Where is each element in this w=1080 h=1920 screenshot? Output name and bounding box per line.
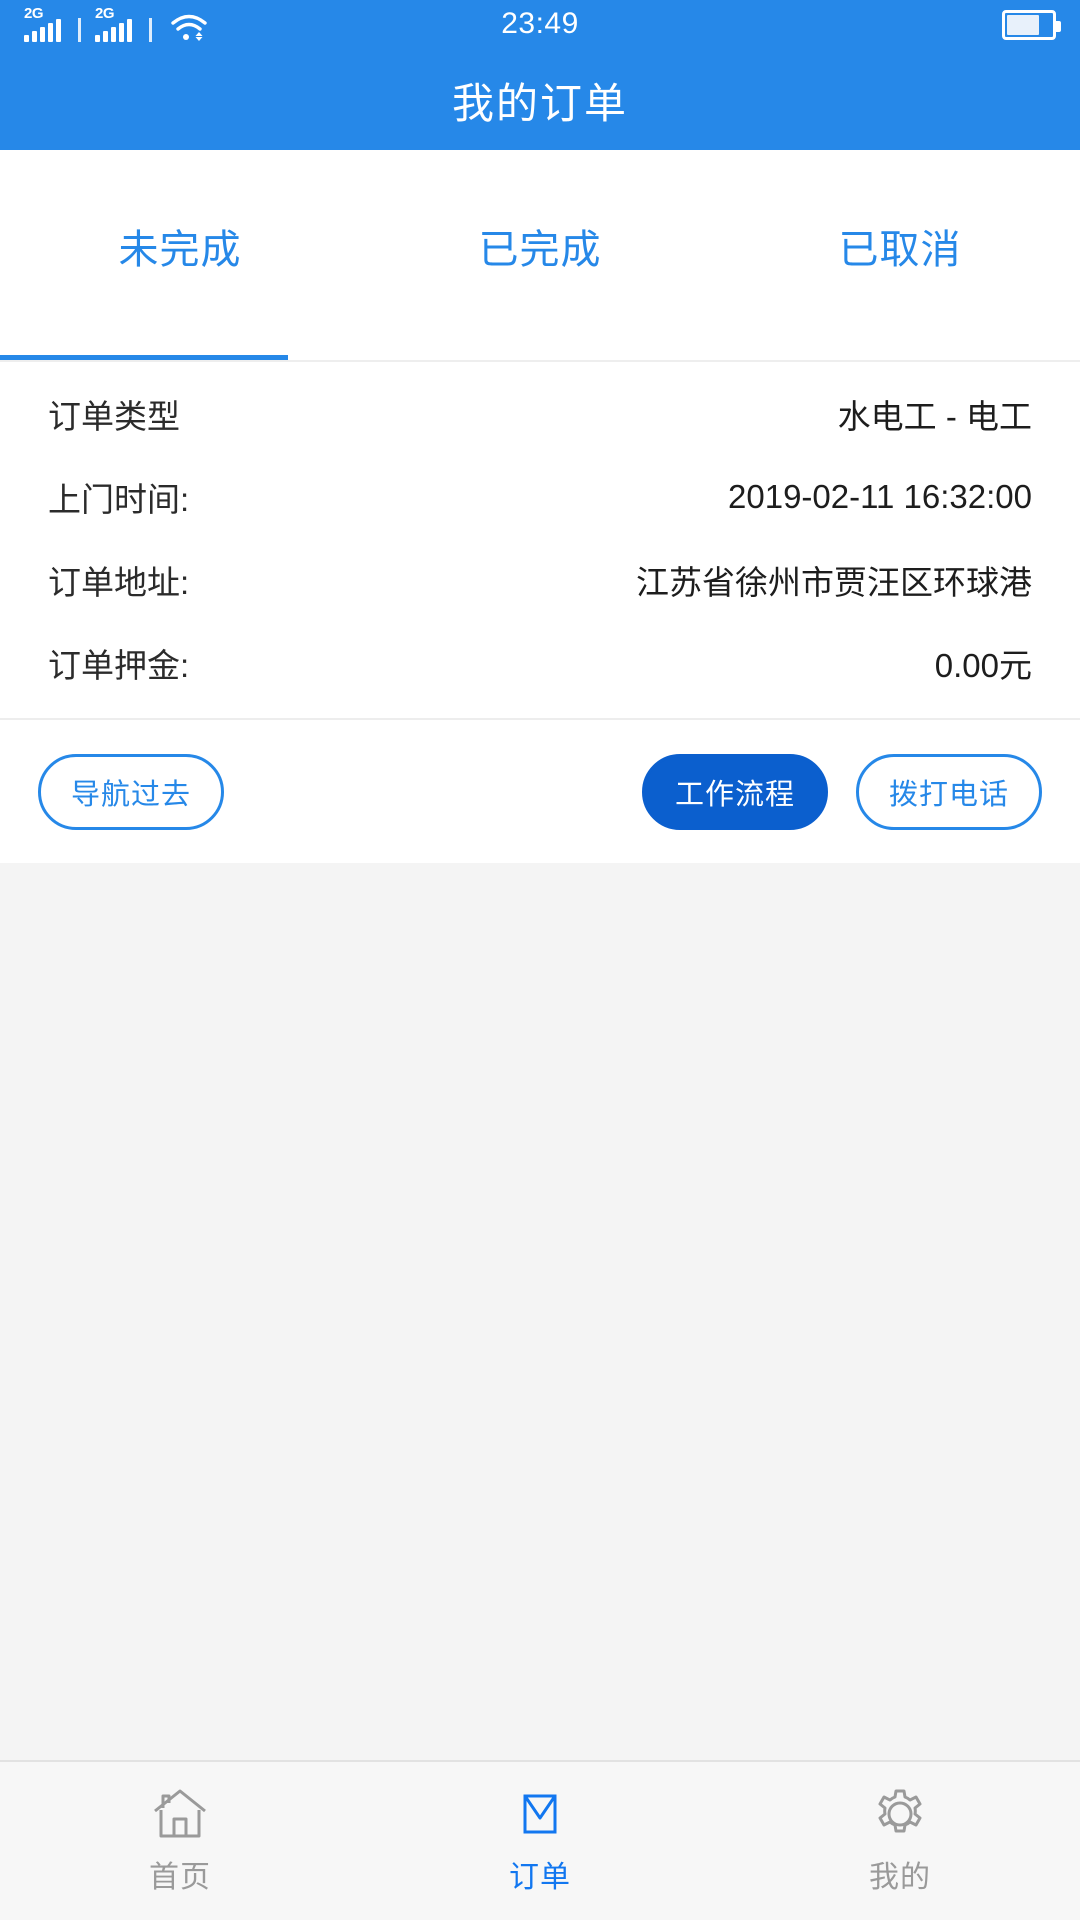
bottom-navigation-bar: 首页 订单 我的 xyxy=(0,1760,1080,1920)
order-address-label: 订单地址: xyxy=(48,563,190,601)
order-row-address: 订单地址: 江苏省徐州市贾汪区环球港 xyxy=(48,538,1032,621)
order-row-visit-time: 上门时间: 2019-02-11 16:32:00 xyxy=(48,455,1032,538)
tab-completed-label: 已完成 xyxy=(478,228,602,272)
battery-level-fill xyxy=(1007,15,1039,35)
call-button-label: 拨打电话 xyxy=(888,778,1009,811)
app-header: 我的订单 xyxy=(0,50,1080,150)
nav-item-orders[interactable]: 订单 xyxy=(360,1786,720,1896)
nav-item-home-label: 首页 xyxy=(149,1861,211,1894)
workflow-button[interactable]: 工作流程 xyxy=(641,753,828,830)
nav-item-profile[interactable]: 我的 xyxy=(720,1786,1080,1896)
nav-item-orders-label: 订单 xyxy=(509,1861,571,1894)
order-status-tabs: 未完成 已完成 已取消 xyxy=(0,150,1080,362)
envelope-icon xyxy=(511,1786,569,1842)
status-bar: 2G 2G 23:49 xyxy=(0,0,1080,50)
home-icon xyxy=(151,1786,209,1842)
tab-cancelled-label: 已取消 xyxy=(838,228,962,272)
battery-icon xyxy=(1002,10,1061,40)
order-type-label: 订单类型 xyxy=(48,397,180,435)
order-row-deposit: 订单押金: 0.00元 xyxy=(48,621,1032,704)
order-visit-time-label: 上门时间: xyxy=(48,480,190,518)
gear-icon xyxy=(871,1786,929,1842)
nav-item-home[interactable]: 首页 xyxy=(0,1786,360,1896)
tab-unfinished[interactable]: 未完成 xyxy=(0,150,360,360)
tab-completed[interactable]: 已完成 xyxy=(360,150,720,360)
order-type-value: 水电工 - 电工 xyxy=(837,397,1032,435)
order-deposit-label: 订单押金: xyxy=(48,646,190,684)
page-title: 我的订单 xyxy=(451,79,628,127)
order-deposit-value: 0.00元 xyxy=(934,646,1032,684)
call-button[interactable]: 拨打电话 xyxy=(855,753,1042,830)
tab-cancelled[interactable]: 已取消 xyxy=(720,150,1080,360)
order-row-type: 订单类型 水电工 - 电工 xyxy=(48,372,1032,455)
status-bar-clock: 23:49 xyxy=(501,7,579,40)
nav-item-profile-label: 我的 xyxy=(869,1861,931,1894)
navigate-button[interactable]: 导航过去 xyxy=(38,753,225,830)
status-bar-right-icons xyxy=(1002,10,1061,40)
workflow-button-label: 工作流程 xyxy=(674,778,795,811)
order-action-bar: 导航过去 工作流程 拨打电话 xyxy=(0,718,1080,863)
order-visit-time-value: 2019-02-11 16:32:00 xyxy=(728,477,1032,515)
order-card[interactable]: 订单类型 水电工 - 电工 上门时间: 2019-02-11 16:32:00 … xyxy=(0,362,1080,718)
order-address-value: 江苏省徐州市贾汪区环球港 xyxy=(636,563,1032,601)
tab-unfinished-label: 未完成 xyxy=(118,228,242,272)
navigate-button-label: 导航过去 xyxy=(71,778,192,811)
